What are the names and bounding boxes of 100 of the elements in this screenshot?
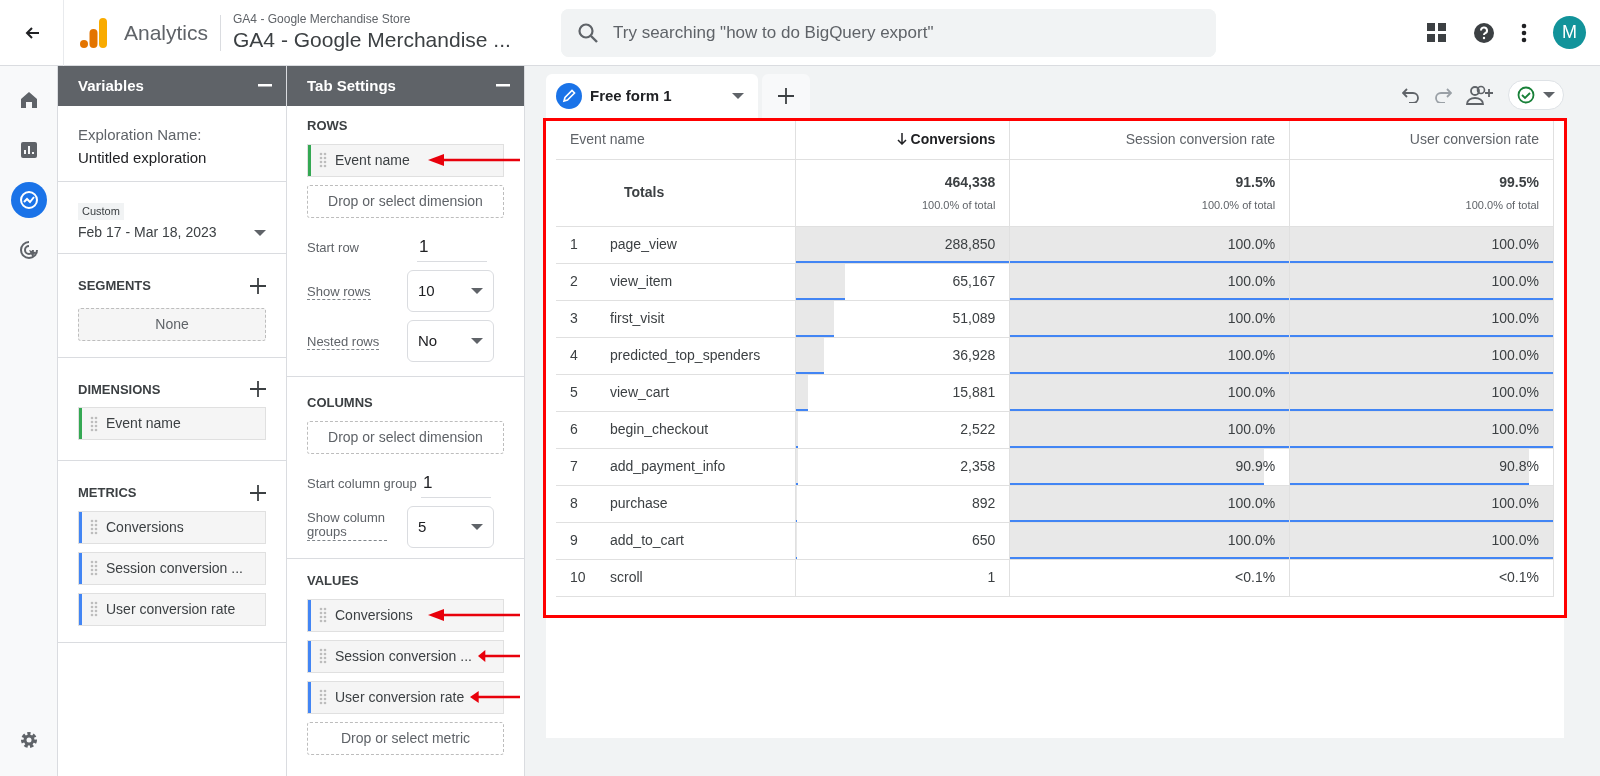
- row-number: 3: [570, 309, 579, 328]
- field-chip[interactable]: Event name: [307, 143, 504, 177]
- field-label: Exploration Name:: [78, 125, 203, 145]
- total-value: 464,338: [943, 172, 996, 192]
- chip-label: User conversion rate: [335, 687, 465, 707]
- field-chip[interactable]: Session conversion ...: [78, 551, 266, 585]
- table-cell: 288,850: [944, 236, 996, 252]
- drag-handle-icon[interactable]: [90, 601, 98, 617]
- drag-handle-icon[interactable]: [90, 415, 98, 432]
- status-button[interactable]: [1508, 80, 1564, 110]
- table-cell: 2,522: [960, 421, 996, 437]
- row-number: 2: [570, 272, 579, 291]
- chip-label: Event name: [335, 150, 410, 170]
- undo-icon[interactable]: [1402, 87, 1420, 103]
- field-label: Show rows: [307, 284, 371, 300]
- add-icon[interactable]: [777, 88, 794, 104]
- field-label: Start column group: [307, 475, 418, 493]
- empty-segment: None: [78, 307, 266, 341]
- total-value: 91.5%: [1234, 172, 1276, 192]
- table-cell: 1: [987, 569, 996, 585]
- caret-icon: [471, 338, 483, 344]
- field-chip[interactable]: Conversions: [78, 510, 266, 544]
- row-number: 9: [570, 531, 579, 550]
- table-cell: <0.1%: [1235, 569, 1276, 585]
- field-chip[interactable]: Conversions: [307, 598, 504, 632]
- drag-handle-icon[interactable]: [319, 689, 327, 705]
- add-icon[interactable]: [250, 381, 266, 398]
- table-cell: 90.8%: [1499, 458, 1539, 474]
- drag-handle-icon[interactable]: [90, 560, 98, 576]
- add-icon[interactable]: [250, 484, 266, 501]
- table-cell: 100.0%: [1227, 310, 1276, 326]
- more-options-icon[interactable]: [1521, 22, 1527, 43]
- add-tab-button[interactable]: [761, 74, 810, 118]
- table-cell: <0.1%: [1498, 569, 1539, 585]
- search-field[interactable]: Try searching "how to do BigQuery export": [561, 8, 1217, 57]
- collapse-icon[interactable]: [496, 84, 510, 88]
- pencil-icon: [556, 83, 582, 109]
- help-icon[interactable]: [1473, 21, 1495, 44]
- drop-zone[interactable]: Drop or select dimension: [307, 420, 504, 454]
- row-number: 10: [570, 568, 587, 587]
- start-column-group-field[interactable]: 1: [421, 469, 491, 498]
- column-header[interactable]: User conversion rate: [1409, 129, 1539, 151]
- event-name: view_item: [610, 273, 673, 289]
- nested-rows-select[interactable]: No: [407, 320, 494, 362]
- account-avatar[interactable]: M: [1553, 16, 1586, 49]
- exploration-tab[interactable]: Free form 1: [546, 74, 758, 118]
- property-name[interactable]: GA4 - Google Merchandise ...: [233, 26, 544, 52]
- drag-handle-icon[interactable]: [90, 519, 98, 535]
- start-row-field[interactable]: 1: [417, 233, 487, 262]
- table-cell: 100.0%: [1491, 273, 1539, 289]
- table-cell: 100.0%: [1227, 347, 1276, 363]
- apps-grid-icon[interactable]: [1427, 22, 1447, 43]
- drag-handle-icon[interactable]: [319, 648, 327, 664]
- drag-handle-icon[interactable]: [319, 152, 327, 168]
- table-cell: 100.0%: [1227, 236, 1276, 252]
- row-number: 6: [570, 420, 579, 439]
- caret-icon: [471, 524, 483, 530]
- table-cell: 65,167: [952, 273, 996, 289]
- table-cell: 100.0%: [1227, 532, 1276, 548]
- chip-label: Conversions: [335, 605, 413, 625]
- bar-chart-logo-icon: [80, 17, 108, 48]
- table-cell: 100.0%: [1491, 532, 1539, 548]
- panel-title: Tab Settings: [307, 75, 396, 96]
- section-title: COLUMNS: [307, 394, 374, 412]
- exploration-name[interactable]: Untitled exploration: [78, 146, 266, 169]
- section-title: DIMENSIONS: [78, 380, 161, 399]
- field-chip[interactable]: Event name: [78, 407, 266, 440]
- table-cell: 15,881: [952, 384, 996, 400]
- sort-down-arrow-icon[interactable]: [896, 133, 907, 145]
- nav-button[interactable]: [10, 182, 47, 218]
- event-name: add_to_cart: [610, 532, 684, 548]
- date-tag: Custom: [78, 203, 124, 220]
- drop-zone[interactable]: Drop or select dimension: [307, 184, 504, 218]
- row-number: 4: [570, 346, 579, 365]
- field-chip[interactable]: Session conversion ...: [307, 639, 504, 673]
- check-circle-icon: [1517, 86, 1535, 104]
- column-header[interactable]: Session conversion rate: [1125, 129, 1276, 151]
- section-title: ROWS: [307, 117, 349, 135]
- panel-title: Variables: [78, 75, 144, 96]
- column-header[interactable]: Event name: [570, 129, 645, 151]
- totals-label: Totals: [624, 184, 665, 200]
- total-value: 99.5%: [1498, 172, 1539, 192]
- row-number: 7: [570, 457, 579, 476]
- show-rows-select[interactable]: 10: [407, 270, 494, 312]
- field-chip[interactable]: User conversion rate: [78, 592, 266, 626]
- column-header[interactable]: Conversions: [910, 128, 996, 150]
- back-arrow-icon[interactable]: [23, 24, 40, 41]
- add-icon[interactable]: [250, 277, 266, 294]
- explore-chart-icon: [17, 189, 40, 211]
- show-column-groups-select[interactable]: 5: [407, 506, 494, 548]
- date-range-picker[interactable]: Feb 17 - Mar 18, 2023: [78, 222, 266, 243]
- table-cell: 36,928: [952, 347, 996, 363]
- table-cell: 650: [972, 532, 996, 548]
- field-chip[interactable]: User conversion rate: [307, 680, 504, 714]
- app-name: Analytics: [124, 19, 209, 46]
- drag-handle-icon[interactable]: [319, 607, 327, 623]
- event-name: begin_checkout: [610, 421, 709, 437]
- collapse-icon[interactable]: [258, 84, 272, 88]
- add-person-icon[interactable]: [1466, 85, 1494, 105]
- drop-zone[interactable]: Drop or select metric: [307, 721, 504, 755]
